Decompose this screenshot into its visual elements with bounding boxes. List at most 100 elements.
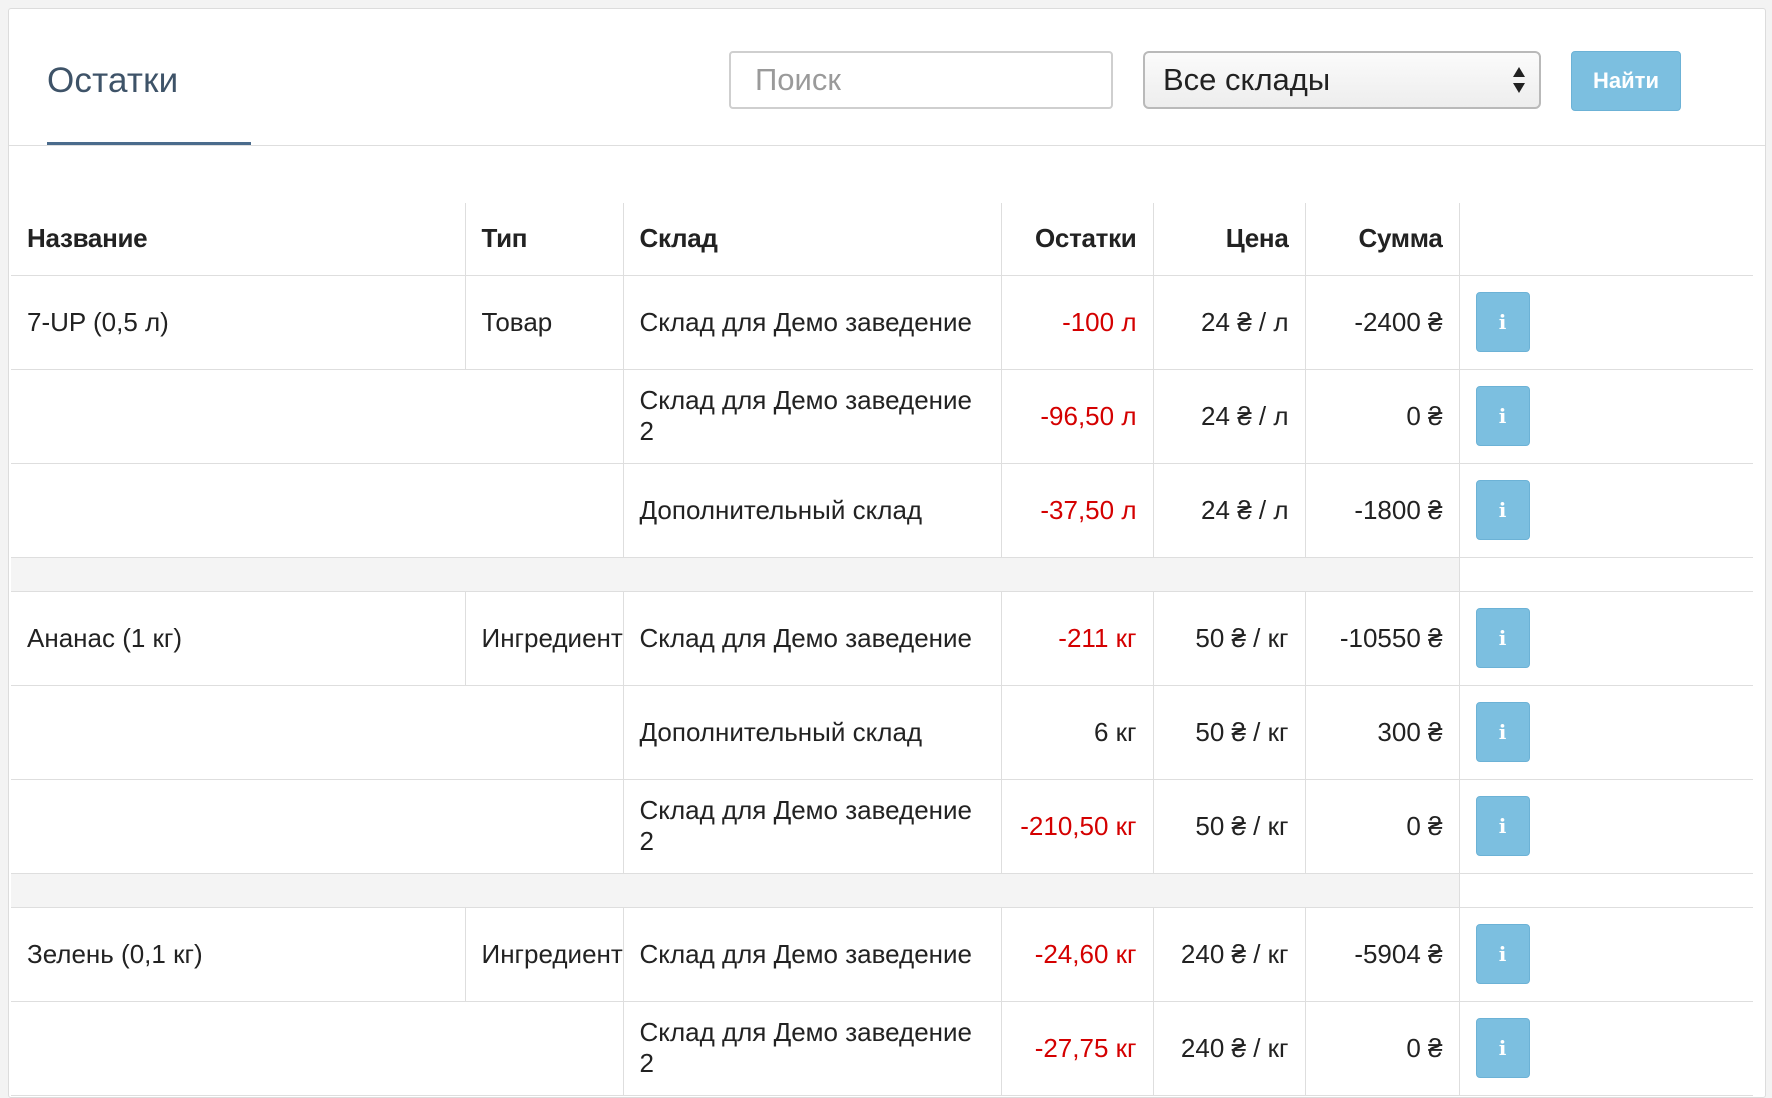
column-header-stock[interactable]: Остатки xyxy=(1000,203,1154,276)
actions-cell: i xyxy=(1458,274,1753,370)
empty-cell xyxy=(11,684,624,780)
stock-cell: 6 кг xyxy=(1000,684,1154,780)
warehouse-cell: Склад для Демо заведение 2 xyxy=(622,368,1002,464)
stock-table: Название Тип Склад Остатки Цена Сумма 7-… xyxy=(11,203,1753,1096)
actions-cell: i xyxy=(1458,778,1753,874)
warehouse-cell: Дополнительный склад xyxy=(622,684,1002,780)
stock-cell: -210,50 кг xyxy=(1000,778,1154,874)
empty-cell xyxy=(11,778,624,874)
price-cell: 240 ₴ / кг xyxy=(1152,1000,1306,1096)
stock-panel: Остатки Все склады Найти Название Тип Ск… xyxy=(8,8,1766,1098)
sort-arrows-icon xyxy=(1513,67,1525,93)
price-cell: 50 ₴ / кг xyxy=(1152,684,1306,780)
warehouse-select-value: Все склады xyxy=(1163,62,1331,97)
info-button[interactable]: i xyxy=(1475,480,1530,540)
table-header-row: Название Тип Склад Остатки Цена Сумма xyxy=(11,203,1753,276)
title-underline xyxy=(47,142,251,145)
warehouse-select[interactable]: Все склады xyxy=(1143,51,1541,109)
empty-cell xyxy=(11,462,624,558)
table-row: Зелень (0,1 кг) Ингредиент Склад для Демо … xyxy=(11,906,1753,1002)
product-type: Ингредиент xyxy=(464,590,624,686)
info-icon: i xyxy=(1498,942,1507,966)
info-button[interactable]: i xyxy=(1475,292,1530,352)
warehouse-cell: Склад для Демо заведение 2 xyxy=(622,1000,1002,1096)
sum-cell: -2400 ₴ xyxy=(1304,274,1460,370)
table-row: Ананас (1 кг) Ингредиент Склад для Демо за… xyxy=(11,590,1753,686)
stock-cell: -100 л xyxy=(1000,274,1154,370)
warehouse-cell: Дополнительный склад xyxy=(622,462,1002,558)
price-cell: 24 ₴ / л xyxy=(1152,274,1306,370)
actions-cell: i xyxy=(1458,684,1753,780)
separator-cell xyxy=(1458,556,1753,592)
info-button[interactable]: i xyxy=(1475,1018,1530,1078)
actions-cell: i xyxy=(1458,1000,1753,1096)
price-cell: 50 ₴ / кг xyxy=(1152,778,1306,874)
panel-header: Остатки Все склады Найти xyxy=(9,9,1765,146)
price-cell: 240 ₴ / кг xyxy=(1152,906,1306,1002)
column-header-name[interactable]: Название xyxy=(11,203,466,276)
product-name[interactable]: Зелень (0,1 кг) xyxy=(11,906,466,1002)
info-icon: i xyxy=(1498,310,1507,334)
info-icon: i xyxy=(1498,626,1507,650)
page-title: Остатки xyxy=(47,61,179,100)
sum-cell: 0 ₴ xyxy=(1304,368,1460,464)
info-button[interactable]: i xyxy=(1475,386,1530,446)
search-input[interactable] xyxy=(729,51,1113,109)
stock-table-body: 7-UP (0,5 л) Товар Склад для Демо заведени… xyxy=(11,274,1753,1096)
column-header-price[interactable]: Цена xyxy=(1152,203,1306,276)
separator-cell xyxy=(1458,872,1753,908)
group-separator xyxy=(11,556,1753,592)
column-header-warehouse[interactable]: Склад xyxy=(622,203,1002,276)
info-button[interactable]: i xyxy=(1475,924,1530,984)
stock-cell: -37,50 л xyxy=(1000,462,1154,558)
find-button[interactable]: Найти xyxy=(1571,51,1681,111)
product-name[interactable]: Ананас (1 кг) xyxy=(11,590,466,686)
warehouse-cell: Склад для Демо заведение xyxy=(622,906,1002,1002)
table-row: Склад для Демо заведение 2 -210,50 кг 50 ₴… xyxy=(11,778,1753,874)
stock-cell: -27,75 кг xyxy=(1000,1000,1154,1096)
table-row: Дополнительный склад 6 кг 50 ₴ / кг 300 ₴ i xyxy=(11,684,1753,780)
info-icon: i xyxy=(1498,720,1507,744)
info-button[interactable]: i xyxy=(1475,702,1530,762)
table-row: Склад для Демо заведение 2 -96,50 л 24 ₴ /… xyxy=(11,368,1753,464)
warehouse-cell: Склад для Демо заведение 2 xyxy=(622,778,1002,874)
info-icon: i xyxy=(1498,1036,1507,1060)
stock-cell: -211 кг xyxy=(1000,590,1154,686)
info-icon: i xyxy=(1498,814,1507,838)
column-header-type[interactable]: Тип xyxy=(464,203,624,276)
actions-cell: i xyxy=(1458,368,1753,464)
warehouse-cell: Склад для Демо заведение xyxy=(622,274,1002,370)
price-cell: 24 ₴ / л xyxy=(1152,462,1306,558)
stock-cell: -24,60 кг xyxy=(1000,906,1154,1002)
actions-cell: i xyxy=(1458,462,1753,558)
product-name[interactable]: 7-UP (0,5 л) xyxy=(11,274,466,370)
info-button[interactable]: i xyxy=(1475,608,1530,668)
sum-cell: -10550 ₴ xyxy=(1304,590,1460,686)
group-separator xyxy=(11,872,1753,908)
separator-cell xyxy=(11,872,1460,908)
table-row: Дополнительный склад -37,50 л 24 ₴ / л -180… xyxy=(11,462,1753,558)
separator-cell xyxy=(11,556,1460,592)
column-header-sum[interactable]: Сумма xyxy=(1304,203,1460,276)
column-header-actions xyxy=(1458,203,1753,276)
actions-cell: i xyxy=(1458,590,1753,686)
warehouse-cell: Склад для Демо заведение xyxy=(622,590,1002,686)
sum-cell: -1800 ₴ xyxy=(1304,462,1460,558)
table-row: Склад для Демо заведение 2 -27,75 кг 240 ₴… xyxy=(11,1000,1753,1096)
stock-cell: -96,50 л xyxy=(1000,368,1154,464)
empty-cell xyxy=(11,1000,624,1096)
price-cell: 50 ₴ / кг xyxy=(1152,590,1306,686)
sum-cell: -5904 ₴ xyxy=(1304,906,1460,1002)
sum-cell: 300 ₴ xyxy=(1304,684,1460,780)
empty-cell xyxy=(11,368,624,464)
sum-cell: 0 ₴ xyxy=(1304,1000,1460,1096)
product-type: Ингредиент xyxy=(464,906,624,1002)
sum-cell: 0 ₴ xyxy=(1304,778,1460,874)
info-button[interactable]: i xyxy=(1475,796,1530,856)
actions-cell: i xyxy=(1458,906,1753,1002)
info-icon: i xyxy=(1498,404,1507,428)
product-type: Товар xyxy=(464,274,624,370)
price-cell: 24 ₴ / л xyxy=(1152,368,1306,464)
table-row: 7-UP (0,5 л) Товар Склад для Демо заведени… xyxy=(11,274,1753,370)
info-icon: i xyxy=(1498,498,1507,522)
